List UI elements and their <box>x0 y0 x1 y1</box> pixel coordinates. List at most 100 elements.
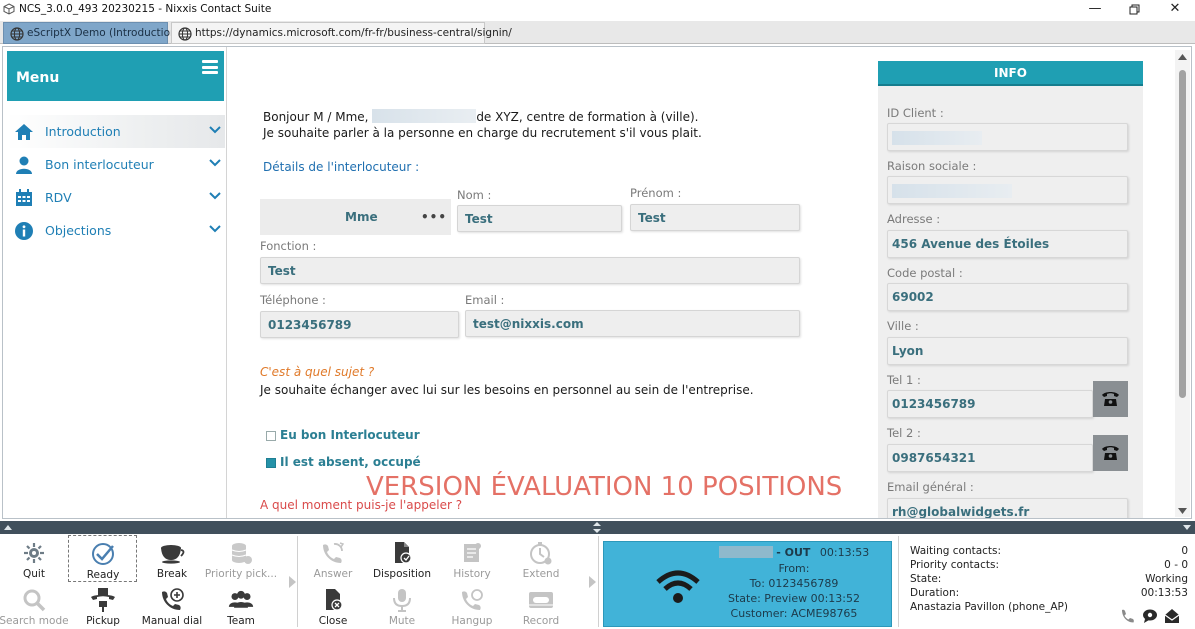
adresse-field[interactable]: 456 Avenue des Étoiles <box>887 230 1128 258</box>
sidebar-item-introduction[interactable]: Introduction <box>7 115 225 148</box>
restore-icon <box>1129 4 1139 15</box>
coffee-cup-icon <box>161 545 185 564</box>
agent-toolbar: Quit Ready Break Priority pick... Search… <box>0 534 1195 629</box>
dial-phone-icon <box>162 588 184 610</box>
resize-handle-icon[interactable] <box>593 522 601 533</box>
civility-select[interactable]: Mme ••• <box>260 199 451 235</box>
hamburger-menu-icon[interactable] <box>202 60 218 74</box>
telephone-field[interactable]: 0123456789 <box>260 311 459 338</box>
sidebar-item-rdv[interactable]: RDV <box>7 181 225 214</box>
ready-button[interactable]: Ready <box>68 535 137 582</box>
globe-icon <box>10 27 24 41</box>
option-bon-interlocuteur-checkbox[interactable] <box>266 431 276 441</box>
answer-phone-icon <box>323 542 345 563</box>
phone-status-icon[interactable] <box>1120 608 1136 624</box>
panel-splitter[interactable] <box>0 521 1195 534</box>
mute-button[interactable]: Mute <box>366 582 438 628</box>
telephone-icon <box>1102 446 1119 460</box>
id-client-field[interactable] <box>887 123 1128 151</box>
chat-status-icon[interactable] <box>1142 608 1158 624</box>
more-options-icon[interactable]: ••• <box>421 210 447 224</box>
scrollbar-thumb[interactable] <box>1179 70 1186 398</box>
restore-button[interactable] <box>1114 0 1154 19</box>
prenom-label: Prénom : <box>630 186 682 200</box>
agent-name: Anastazia Pavillon (phone_AP) <box>910 601 1068 613</box>
telephone-label: Téléphone : <box>260 293 326 307</box>
manual-dial-button[interactable]: Manual dial <box>136 582 208 628</box>
mail-status-icon[interactable] <box>1164 608 1180 624</box>
tab-business-central-url[interactable]: https://dynamics.microsoft.com/fr-fr/bus… <box>171 22 512 44</box>
stopwatch-icon <box>530 542 552 565</box>
quit-button[interactable]: Quit <box>0 535 70 581</box>
tab-escriptx-demo[interactable]: eScriptX Demo (Introduction) <box>3 22 181 44</box>
scroll-down-arrow-icon[interactable] <box>1178 508 1187 514</box>
app-cube-icon <box>3 3 15 15</box>
collapse-down-icon[interactable] <box>1183 525 1191 530</box>
info-panel: INFO ID Client : Raison sociale : Adress… <box>878 61 1143 518</box>
scroll-up-arrow-icon[interactable] <box>1178 54 1187 60</box>
vertical-scrollbar[interactable] <box>1175 50 1190 517</box>
email-label: Email : <box>465 293 505 307</box>
extend-button[interactable]: Extend <box>505 535 577 581</box>
close-button[interactable]: Close <box>297 582 369 628</box>
state-label: State: <box>910 573 942 585</box>
tel1-field[interactable]: 0123456789 <box>887 390 1093 418</box>
option-absent-label[interactable]: Il est absent, occupé <box>280 455 421 469</box>
tel2-field[interactable]: 0987654321 <box>887 444 1093 472</box>
answer-button[interactable]: Answer <box>297 535 369 581</box>
ville-field[interactable]: Lyon <box>887 337 1128 365</box>
current-call-panel[interactable]: - OUT 00:13:53 From: To: 0123456789 Stat… <box>603 541 892 627</box>
agent-name-redacted <box>372 109 477 123</box>
fonction-field[interactable]: Test <box>260 257 800 284</box>
magnifier-icon <box>23 589 46 612</box>
tel2-label: Tel 2 : <box>887 426 921 440</box>
more-call-actions-arrow-icon[interactable] <box>589 576 596 588</box>
call-tel2-button[interactable] <box>1093 435 1128 471</box>
waiting-contacts-row: Waiting contacts: 0 <box>910 545 1188 559</box>
chevron-down-icon <box>209 159 221 167</box>
chevron-down-icon <box>209 126 221 134</box>
sidebar-item-objections[interactable]: Objections <box>7 214 225 247</box>
agent-stats-panel: Waiting contacts: 0 Priority contacts: 0… <box>902 540 1190 626</box>
history-button[interactable]: History <box>436 535 508 581</box>
code-postal-label: Code postal : <box>887 266 963 280</box>
prenom-field[interactable]: Test <box>630 204 800 231</box>
code-postal-field[interactable]: 69002 <box>887 283 1128 311</box>
call-to: To: 0123456789 <box>749 577 839 590</box>
collapse-up-icon[interactable] <box>4 525 12 530</box>
sidebar-item-label: RDV <box>45 190 72 205</box>
team-button[interactable]: Team <box>205 582 277 628</box>
extend-label: Extend <box>522 568 560 580</box>
email-general-field[interactable]: rh@globalwidgets.fr <box>887 498 1128 518</box>
duration-row: Duration: 00:13:53 <box>910 587 1188 601</box>
calendar-icon <box>16 189 32 206</box>
database-icon <box>231 543 252 564</box>
nom-label: Nom : <box>457 188 492 202</box>
close-window-button[interactable]: ✕ <box>1155 0 1195 19</box>
tab-strip: eScriptX Demo (Introduction) https://dyn… <box>0 21 1195 44</box>
call-state: State: Preview 00:13:52 <box>727 592 861 605</box>
duration-value: 00:13:53 <box>1140 587 1188 599</box>
call-tel1-button[interactable] <box>1093 381 1128 417</box>
sidebar-item-bon-interlocuteur[interactable]: Bon interlocuteur <box>7 148 225 181</box>
redacted-campaign <box>718 546 773 558</box>
priority-label: Priority contacts: <box>910 559 1000 571</box>
minimize-button[interactable]: — <box>1075 0 1115 19</box>
id-client-label: ID Client : <box>887 106 944 120</box>
break-button[interactable]: Break <box>136 535 208 581</box>
option-bon-interlocuteur-label[interactable]: Eu bon Interlocuteur <box>280 428 420 442</box>
pickup-button[interactable]: Pickup <box>67 582 139 628</box>
email-field[interactable]: test@nixxis.com <box>465 310 800 337</box>
globe-icon <box>178 27 192 41</box>
record-button[interactable]: Record <box>505 582 577 628</box>
sidebar-item-label: Bon interlocuteur <box>45 157 154 172</box>
raison-sociale-field[interactable] <box>887 176 1128 204</box>
team-label: Team <box>227 615 255 627</box>
search-mode-button[interactable]: Search mode <box>0 582 70 628</box>
disposition-button[interactable]: Disposition <box>366 535 438 581</box>
priority-pick-button[interactable]: Priority pick... <box>205 535 277 581</box>
hangup-button[interactable]: Hangup <box>436 582 508 628</box>
question-sujet: C'est à quel sujet ? <box>260 365 375 379</box>
option-absent-checkbox[interactable] <box>266 458 276 468</box>
nom-field[interactable]: Test <box>457 205 622 232</box>
